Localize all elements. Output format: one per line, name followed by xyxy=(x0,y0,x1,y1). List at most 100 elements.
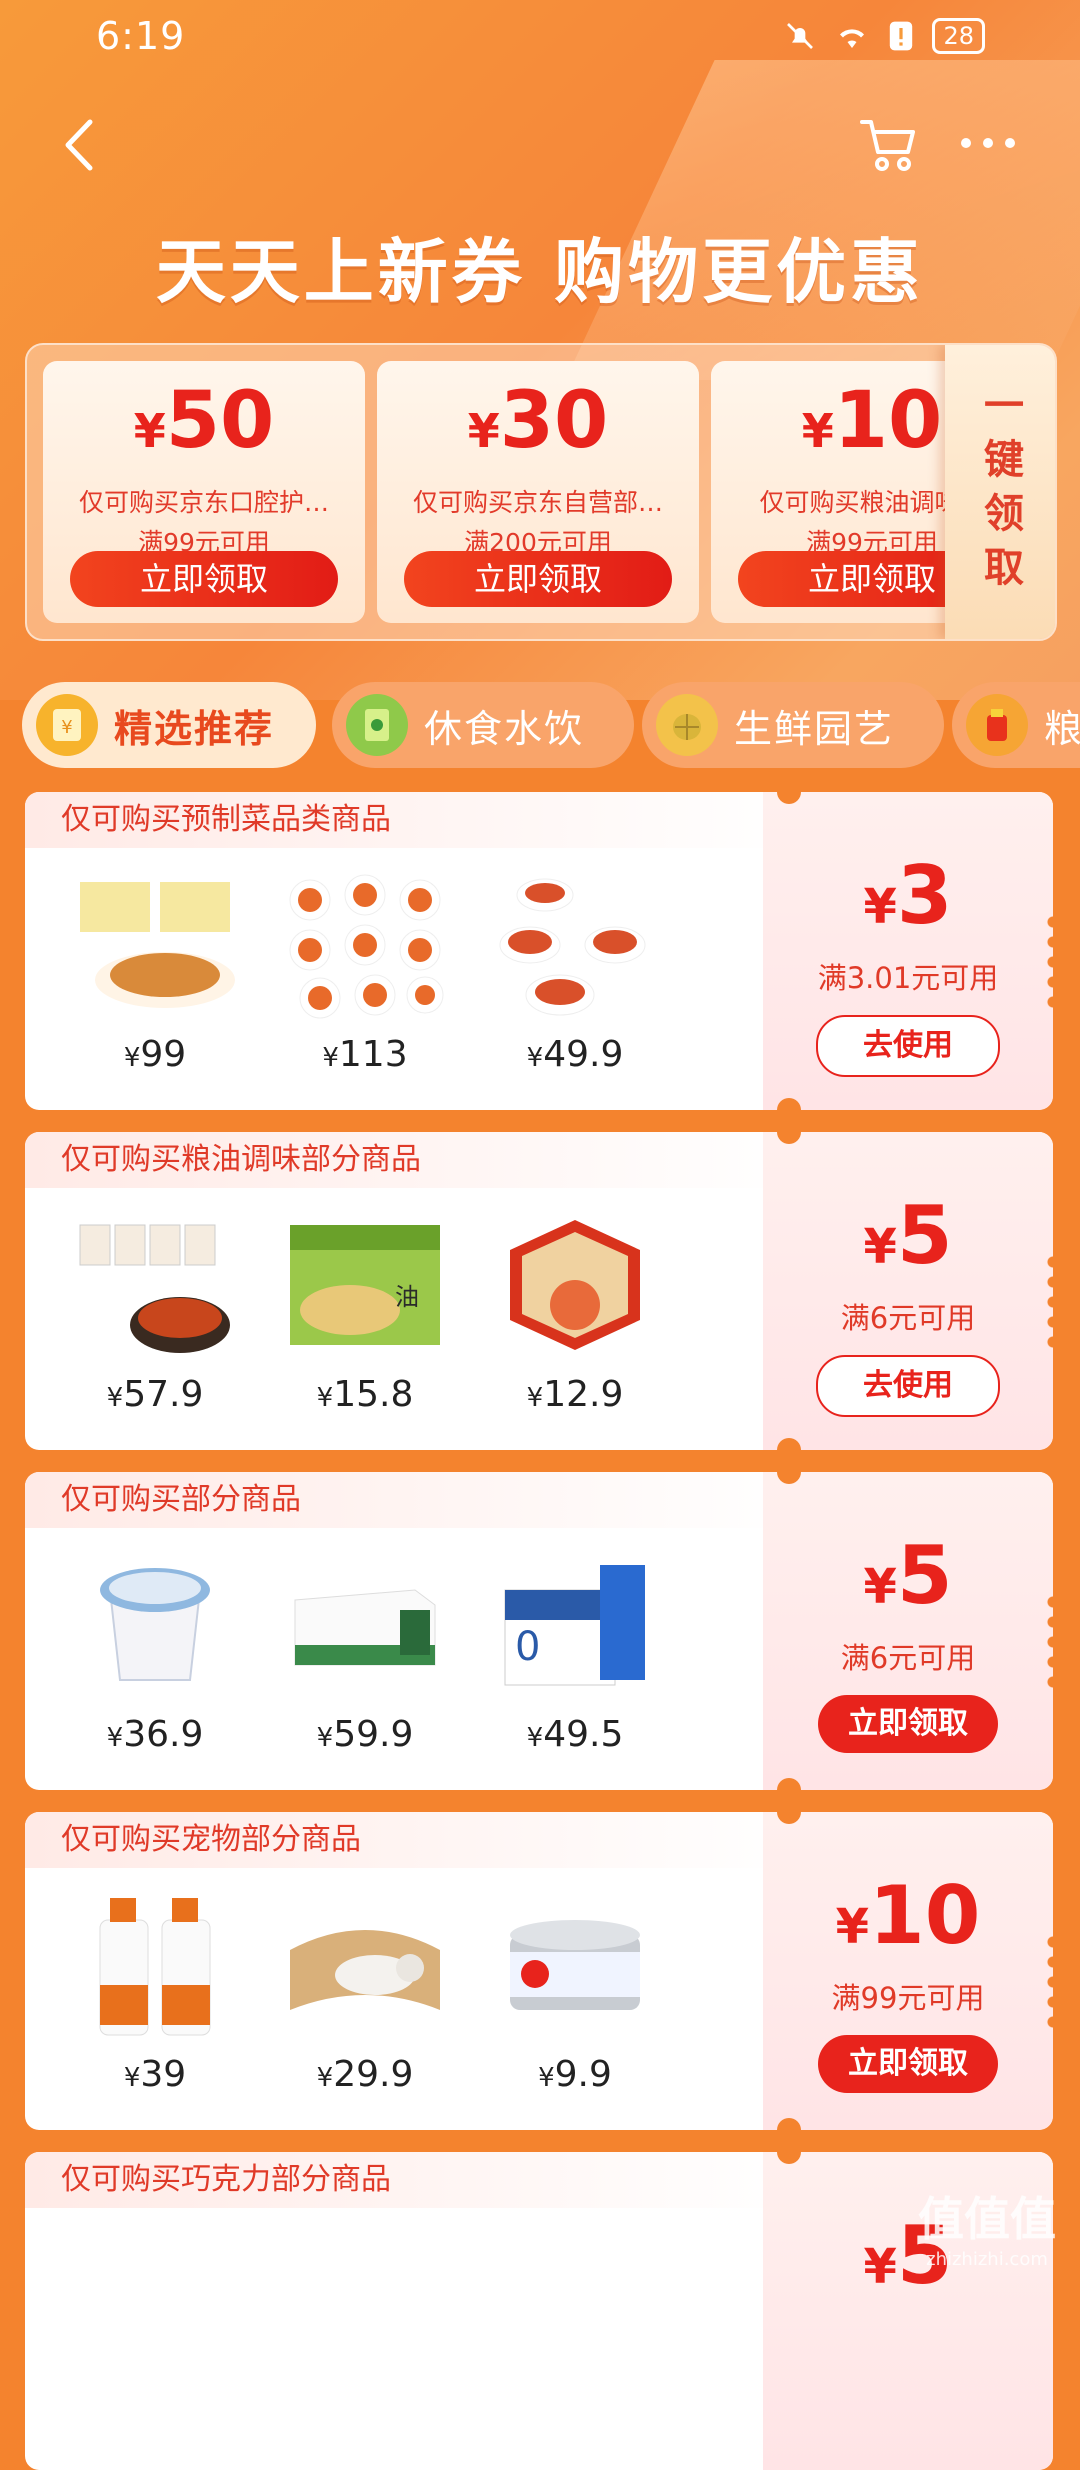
battery-indicator: 28 xyxy=(932,18,985,54)
product-price: ¥12.9 xyxy=(526,1374,624,1415)
coupon-condition: 满3.01元可用 xyxy=(817,961,999,995)
product-item[interactable]: ¥99 xyxy=(55,870,255,1075)
product-image xyxy=(499,878,646,1016)
status-icons: 28 xyxy=(784,18,985,54)
tab-label: 休食水饮 xyxy=(424,706,585,751)
category-tabs: ¥ 精选推荐 休食水饮 生鲜园艺 粮 xyxy=(22,682,1080,772)
one-key-claim-label: 一键领取 xyxy=(977,384,1023,600)
svg-text:¥: ¥ xyxy=(61,717,72,738)
claim-button[interactable]: 立即领取 xyxy=(70,551,338,607)
coupon-icon: ¥ xyxy=(36,694,98,756)
product-item[interactable]: ¥113 xyxy=(265,870,465,1075)
watermark-logo: 值值值 xyxy=(918,2192,1056,2246)
more-options-icon[interactable] xyxy=(958,118,1018,168)
back-arrow-icon[interactable] xyxy=(56,110,106,180)
product-price: ¥99 xyxy=(123,1034,187,1075)
product-price: ¥49.5 xyxy=(526,1714,624,1755)
product-image xyxy=(510,1220,640,1350)
coupon-offer: ¥3 满3.01元可用 去使用 xyxy=(763,792,1053,1110)
product-item[interactable]: ¥49.9 xyxy=(475,870,675,1075)
card-edge-dots xyxy=(1047,912,1053,1012)
coupon-description: 仅可购买京东口腔护… xyxy=(78,488,329,517)
coupon-card-title: 仅可购买预制菜品类商品 xyxy=(25,792,801,848)
snack-icon xyxy=(346,694,408,756)
product-image xyxy=(79,1224,230,1353)
page-title: 天天上新券 购物更优惠 xyxy=(155,231,925,313)
wifi-icon xyxy=(840,29,865,48)
coupon-card-title: 仅可购买巧克力部分商品 xyxy=(25,2152,801,2208)
product-price: ¥57.9 xyxy=(106,1374,204,1415)
product-item[interactable]: ¥9.9 xyxy=(475,1890,675,2095)
product-image xyxy=(99,1898,211,2036)
product-price: ¥36.9 xyxy=(106,1714,204,1755)
product-price: ¥113 xyxy=(322,1034,408,1075)
coupon-offer: ¥10 满99元可用 立即领取 xyxy=(763,1812,1053,2130)
product-item[interactable]: ¥59.9 xyxy=(265,1550,465,1755)
coupon-amount: ¥30 xyxy=(467,376,609,466)
use-coupon-button[interactable]: 去使用 xyxy=(816,1355,1000,1417)
coupon-condition: 满6元可用 xyxy=(840,1641,976,1675)
product-image xyxy=(100,1568,210,1681)
product-item[interactable]: ¥12.9 xyxy=(475,1210,675,1415)
claim-button[interactable]: 立即领取 xyxy=(404,551,672,607)
coupon-condition: 满99元可用 xyxy=(831,1981,985,2015)
tab-label: 生鲜园艺 xyxy=(734,706,895,751)
coupon-condition: 满6元可用 xyxy=(840,1301,976,1335)
product-price: ¥39 xyxy=(123,2054,187,2095)
svg-text:油: 油 xyxy=(395,1283,419,1311)
status-time: 6:19 xyxy=(96,14,186,58)
coupon-amount: ¥5 xyxy=(863,1529,953,1622)
coupon-amount: ¥10 xyxy=(835,1869,981,1962)
durian-icon xyxy=(656,694,718,756)
tab-fresh-garden[interactable]: 生鲜园艺 xyxy=(642,682,944,768)
coupon-card-5: 仅可购买巧克力部分商品 ¥5 xyxy=(25,2152,1053,2470)
product-price: ¥15.8 xyxy=(316,1374,414,1415)
top-coupon-1: ¥50 仅可购买京东口腔护… 满99元可用 立即领取 xyxy=(43,361,365,623)
watermark-url: zhizhizhi.com xyxy=(926,2249,1048,2270)
top-coupon-panel: ¥50 仅可购买京东口腔护… 满99元可用 立即领取 ¥30 仅可购买京东自营部… xyxy=(25,343,1057,641)
product-image: 0 xyxy=(504,1565,645,1686)
coupon-description: 仅可购买京东自营部… xyxy=(412,488,663,517)
product-image xyxy=(294,1589,436,1666)
product-item[interactable]: 油 ¥15.8 xyxy=(265,1210,465,1415)
mute-icon xyxy=(787,23,814,49)
one-key-claim-button[interactable]: 一键领取 xyxy=(945,345,1055,639)
coupon-amount: ¥5 xyxy=(863,1189,953,1282)
card-edge-dots xyxy=(1047,1592,1053,1692)
product-item[interactable]: ¥36.9 xyxy=(55,1550,255,1755)
product-image: 油 xyxy=(290,1225,440,1345)
cart-icon[interactable] xyxy=(858,112,920,174)
coupon-card-2: 仅可购买粮油调味部分商品 ¥57.9 油 ¥15.8 ¥12.9 ¥5 满6元可… xyxy=(25,1132,1053,1450)
tab-label: 精选推荐 xyxy=(114,706,275,751)
product-item[interactable]: ¥29.9 xyxy=(265,1890,465,2095)
product-item[interactable]: ¥39 xyxy=(55,1890,255,2095)
product-item[interactable]: 0 ¥49.5 xyxy=(475,1550,675,1755)
use-coupon-button[interactable]: 去使用 xyxy=(816,1015,1000,1077)
tab-featured[interactable]: ¥ 精选推荐 xyxy=(22,682,316,768)
card-edge-dots xyxy=(1047,1252,1053,1352)
alert-icon xyxy=(890,21,913,51)
coupon-card-4: 仅可购买宠物部分商品 ¥39 ¥29.9 ¥9.9 ¥10 满99元可用 立即领… xyxy=(25,1812,1053,2130)
product-image xyxy=(290,1930,440,2010)
product-price: ¥29.9 xyxy=(316,2054,414,2095)
product-item[interactable]: ¥57.9 xyxy=(55,1210,255,1415)
tab-grain-oil[interactable]: 粮 xyxy=(952,682,1080,768)
product-image xyxy=(80,882,235,1008)
product-image xyxy=(289,874,444,1019)
claim-coupon-button[interactable]: 立即领取 xyxy=(818,2035,998,2093)
coupon-card-1: 仅可购买预制菜品类商品 ¥99 ¥113 ¥49.9 ¥3 满3.01元可用 去… xyxy=(25,792,1053,1110)
svg-text:0: 0 xyxy=(515,1624,540,1670)
tab-label: 粮 xyxy=(1044,706,1080,751)
status-bar: 6:19 28 xyxy=(0,0,1080,80)
product-image xyxy=(510,1920,640,2010)
product-price: ¥9.9 xyxy=(538,2054,612,2095)
coupon-offer: ¥5 满6元可用 立即领取 xyxy=(763,1472,1053,1790)
claim-coupon-button[interactable]: 立即领取 xyxy=(818,1695,998,1753)
card-edge-dots xyxy=(1047,1932,1053,2032)
product-price: ¥49.9 xyxy=(526,1034,624,1075)
grain-icon xyxy=(966,694,1028,756)
watermark: 值值值 zhizhizhi.com xyxy=(918,2183,1056,2270)
coupon-amount: ¥50 xyxy=(133,376,275,466)
coupon-offer: ¥5 满6元可用 去使用 xyxy=(763,1132,1053,1450)
tab-snacks-drinks[interactable]: 休食水饮 xyxy=(332,682,634,768)
